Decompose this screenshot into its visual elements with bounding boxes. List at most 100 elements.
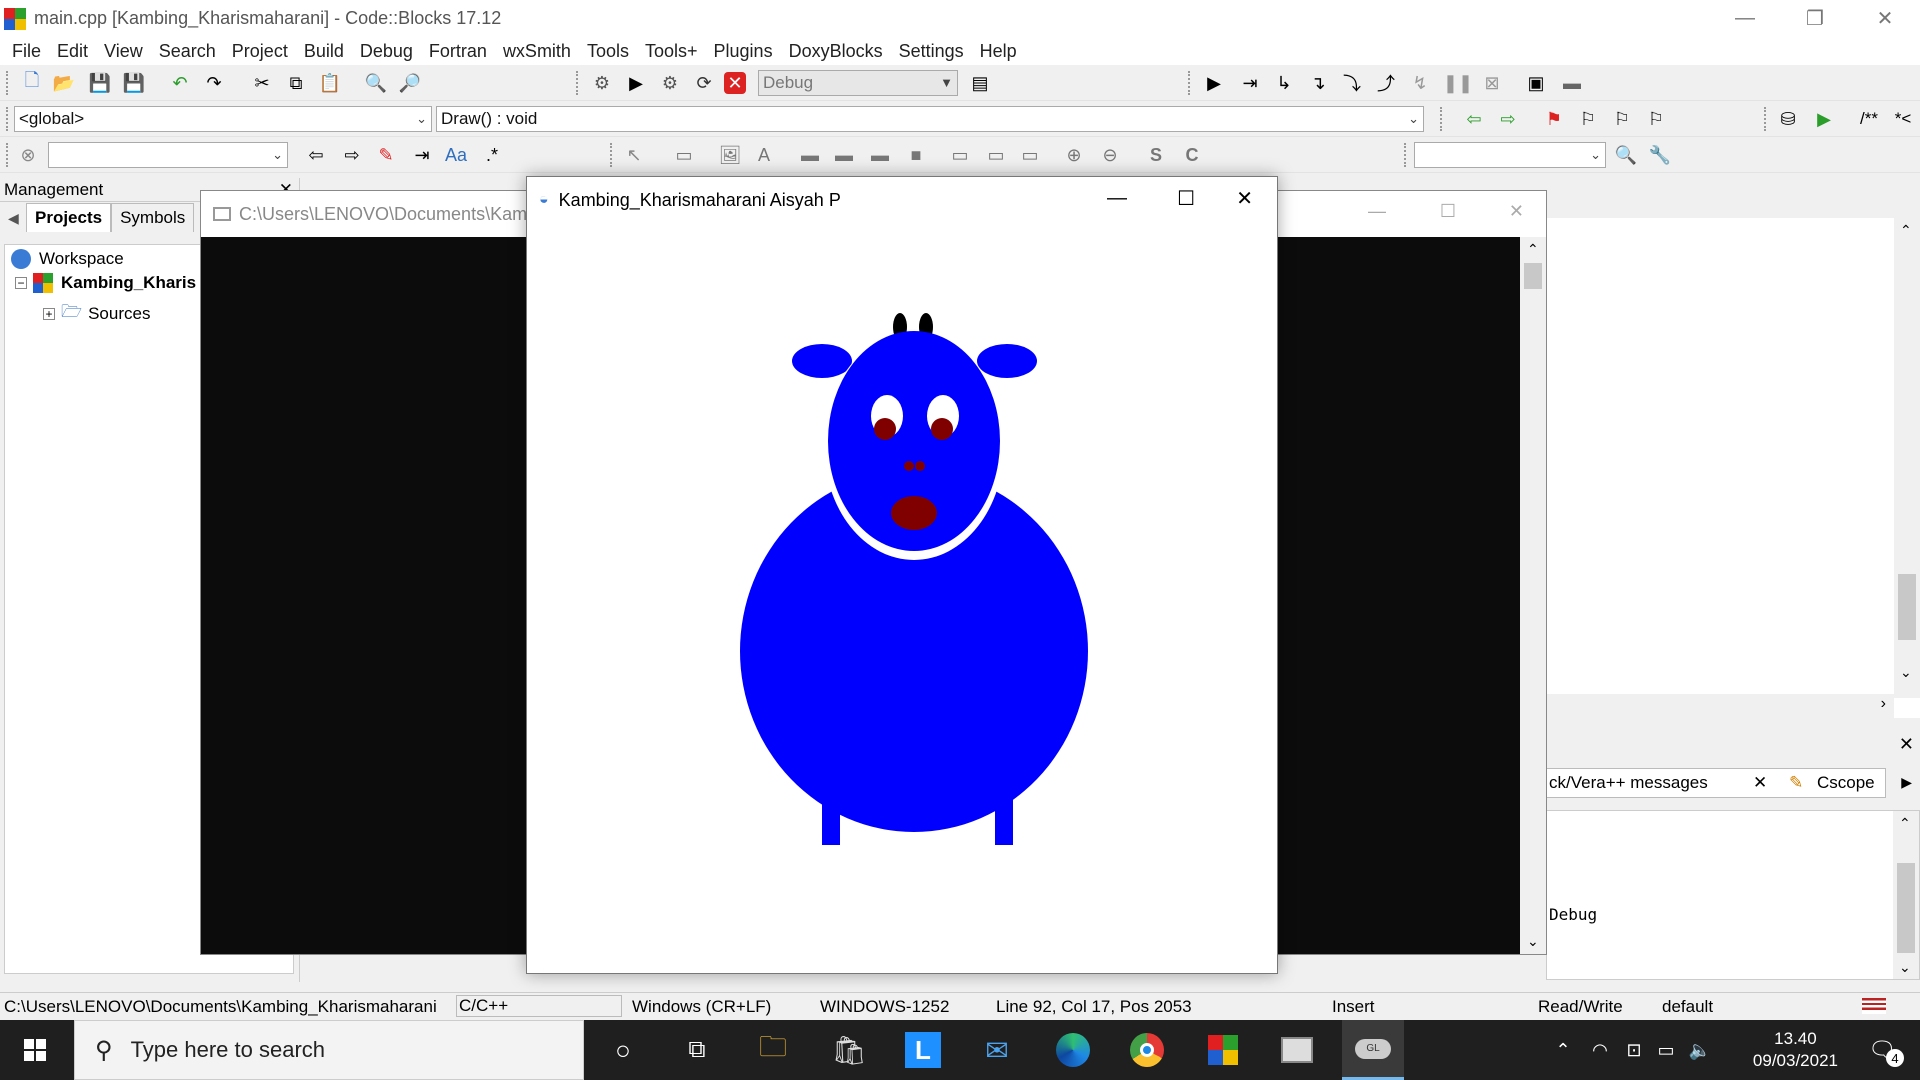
menu-file[interactable]: File bbox=[4, 41, 49, 62]
scroll-up-icon[interactable]: ⌃ bbox=[1900, 222, 1912, 239]
new-file-icon[interactable]: 🗋 bbox=[18, 69, 46, 97]
tab-vera-messages[interactable]: ck/Vera++ messages ✕ ✎ Cscope bbox=[1546, 768, 1886, 798]
console-close-button[interactable]: ✕ bbox=[1509, 201, 1524, 222]
toolbar-grip[interactable] bbox=[1440, 107, 1444, 131]
find-icon[interactable]: 🔍 bbox=[362, 69, 390, 97]
toolbar-grip[interactable] bbox=[610, 143, 614, 167]
menu-edit[interactable]: Edit bbox=[49, 41, 96, 62]
close-icon[interactable]: ✕ bbox=[1899, 734, 1914, 755]
step-out-icon[interactable]: ⤴ bbox=[1372, 69, 1400, 97]
undo-icon[interactable]: ↶ bbox=[166, 69, 194, 97]
doxy-line-comment-button[interactable]: *< bbox=[1888, 105, 1918, 133]
zoom-in-icon[interactable]: ⊕ bbox=[1060, 141, 1088, 169]
panel-mid-icon[interactable]: ▬ bbox=[830, 141, 858, 169]
scope-select[interactable]: <global> ⌄ bbox=[14, 106, 432, 132]
step-icon[interactable]: ↯ bbox=[1406, 69, 1434, 97]
console-maximize-button[interactable]: ☐ bbox=[1440, 201, 1456, 222]
tree-item-sources[interactable]: + 🗁 Sources bbox=[43, 299, 150, 328]
zoom-out-icon[interactable]: ⊖ bbox=[1096, 141, 1124, 169]
frame-c-icon[interactable]: ▭ bbox=[1016, 141, 1044, 169]
task-view-icon[interactable]: ⧉ bbox=[668, 1020, 726, 1080]
opengl-taskbar-icon[interactable]: GL bbox=[1342, 1020, 1404, 1080]
scroll-thumb[interactable] bbox=[1524, 263, 1542, 289]
bookmark-clear-icon[interactable]: ⚐ bbox=[1642, 105, 1670, 133]
find-prev-icon[interactable]: ⇦ bbox=[302, 141, 330, 169]
select-pointer-icon[interactable]: ↖ bbox=[620, 141, 648, 169]
editor-area[interactable]: ⌃ ⌄ › bbox=[1546, 218, 1920, 718]
redo-icon[interactable]: ↷ bbox=[200, 69, 228, 97]
codeblocks-taskbar-icon[interactable] bbox=[1194, 1020, 1252, 1080]
taskbar-clock[interactable]: 13.40 09/03/2021 bbox=[1753, 1028, 1838, 1072]
tab-scroll-left-icon[interactable]: ◀ bbox=[8, 210, 19, 227]
static-box-icon[interactable]: ▭ bbox=[670, 141, 698, 169]
store-icon[interactable]: 🛍 bbox=[820, 1020, 878, 1080]
selected-text-icon[interactable]: ⇥ bbox=[408, 141, 436, 169]
copy-icon[interactable]: ⧉ bbox=[282, 69, 310, 97]
menu-search[interactable]: Search bbox=[151, 41, 224, 62]
stop-debug-icon[interactable]: ⊠ bbox=[1478, 69, 1506, 97]
glut-maximize-button[interactable]: ☐ bbox=[1177, 186, 1195, 211]
tab-cscope-label[interactable]: Cscope bbox=[1817, 773, 1875, 793]
glut-minimize-button[interactable]: — bbox=[1107, 187, 1127, 210]
menu-tools[interactable]: Tools bbox=[579, 41, 637, 62]
scroll-thumb[interactable] bbox=[1897, 863, 1915, 953]
scroll-up-icon[interactable]: ⌃ bbox=[1527, 241, 1539, 258]
tab-symbols[interactable]: Symbols bbox=[111, 203, 195, 232]
rebuild-icon[interactable]: ⟳ bbox=[690, 69, 718, 97]
start-button[interactable] bbox=[0, 1020, 70, 1080]
debug-run-icon[interactable]: ▶ bbox=[1200, 69, 1228, 97]
jump-back-icon[interactable]: ⇦ bbox=[1460, 105, 1488, 133]
scroll-down-icon[interactable]: ⌄ bbox=[1527, 933, 1539, 950]
save-all-icon[interactable]: 💾 bbox=[120, 69, 148, 97]
bookmark-prev-icon[interactable]: ⚐ bbox=[1574, 105, 1602, 133]
doxy-block-comment-button[interactable]: /** bbox=[1852, 105, 1886, 133]
edge-icon[interactable] bbox=[1044, 1020, 1102, 1080]
step-into-icon[interactable]: ⤵ bbox=[1338, 69, 1366, 97]
scroll-thumb[interactable] bbox=[1898, 574, 1916, 640]
console-minimize-button[interactable]: — bbox=[1368, 201, 1386, 222]
chevron-up-icon[interactable]: ⌃ bbox=[1550, 1020, 1576, 1080]
find-next-icon[interactable]: ⇨ bbox=[338, 141, 366, 169]
highlight-icon[interactable]: ✎ bbox=[372, 141, 400, 169]
next-instruction-icon[interactable]: ↴ bbox=[1304, 69, 1332, 97]
frame-b-icon[interactable]: ▭ bbox=[982, 141, 1010, 169]
panel-bottom-icon[interactable]: ▬ bbox=[866, 141, 894, 169]
console-scrollbar[interactable]: ⌃ ⌄ bbox=[1520, 237, 1546, 954]
tab-scroll-right-icon[interactable]: ▶ bbox=[1901, 774, 1912, 791]
search-symbol-icon[interactable]: 🔍 bbox=[1612, 141, 1640, 169]
editor-scrollbar[interactable]: ⌃ ⌄ bbox=[1894, 218, 1920, 698]
collapse-icon[interactable]: − bbox=[15, 277, 27, 289]
various-info-icon[interactable]: ▬ bbox=[1558, 69, 1586, 97]
run-icon[interactable]: ▶ bbox=[622, 69, 650, 97]
menu-build[interactable]: Build bbox=[296, 41, 352, 62]
toolbar-grip[interactable] bbox=[1188, 71, 1192, 95]
spacer-s-icon[interactable]: S bbox=[1142, 141, 1170, 169]
close-button[interactable]: ✕ bbox=[1850, 0, 1920, 37]
scroll-up-icon[interactable]: ⌃ bbox=[1899, 815, 1911, 832]
scroll-down-icon[interactable]: ⌄ bbox=[1900, 664, 1912, 681]
menu-doxyblocks[interactable]: DoxyBlocks bbox=[781, 41, 891, 62]
chrome-icon[interactable] bbox=[1118, 1020, 1176, 1080]
glut-window[interactable]: ◒ Kambing_Kharismaharani Aisyah P — ☐ ✕ bbox=[526, 176, 1278, 974]
wifi-icon[interactable]: ◠ bbox=[1586, 1020, 1614, 1080]
menu-debug[interactable]: Debug bbox=[352, 41, 421, 62]
debug-windows-icon[interactable]: ▣ bbox=[1522, 69, 1550, 97]
next-line-icon[interactable]: ↳ bbox=[1270, 69, 1298, 97]
symbol-search-select[interactable]: ⌄ bbox=[1414, 142, 1606, 168]
abort-icon[interactable]: ✕ bbox=[724, 72, 746, 94]
match-case-icon[interactable]: Aa bbox=[442, 141, 470, 169]
panel-fill-icon[interactable]: ■ bbox=[902, 141, 930, 169]
tree-item-workspace[interactable]: Workspace bbox=[11, 249, 124, 269]
console-taskbar-icon[interactable] bbox=[1268, 1020, 1326, 1080]
menu-help[interactable]: Help bbox=[972, 41, 1025, 62]
frame-a-icon[interactable]: ▭ bbox=[946, 141, 974, 169]
doxy-extract-icon[interactable]: ▶ bbox=[1810, 105, 1838, 133]
battery-icon[interactable]: ▭ bbox=[1652, 1020, 1680, 1080]
menu-wxsmith[interactable]: wxSmith bbox=[495, 41, 579, 62]
spacer-c-icon[interactable]: C bbox=[1178, 141, 1206, 169]
bookmark-next-icon[interactable]: ⚐ bbox=[1608, 105, 1636, 133]
menu-plugins[interactable]: Plugins bbox=[706, 41, 781, 62]
file-explorer-icon[interactable]: 🗀 bbox=[744, 1020, 802, 1080]
close-tab-icon[interactable]: ✕ bbox=[1753, 773, 1767, 793]
lenovo-app-icon[interactable]: L bbox=[894, 1020, 952, 1080]
